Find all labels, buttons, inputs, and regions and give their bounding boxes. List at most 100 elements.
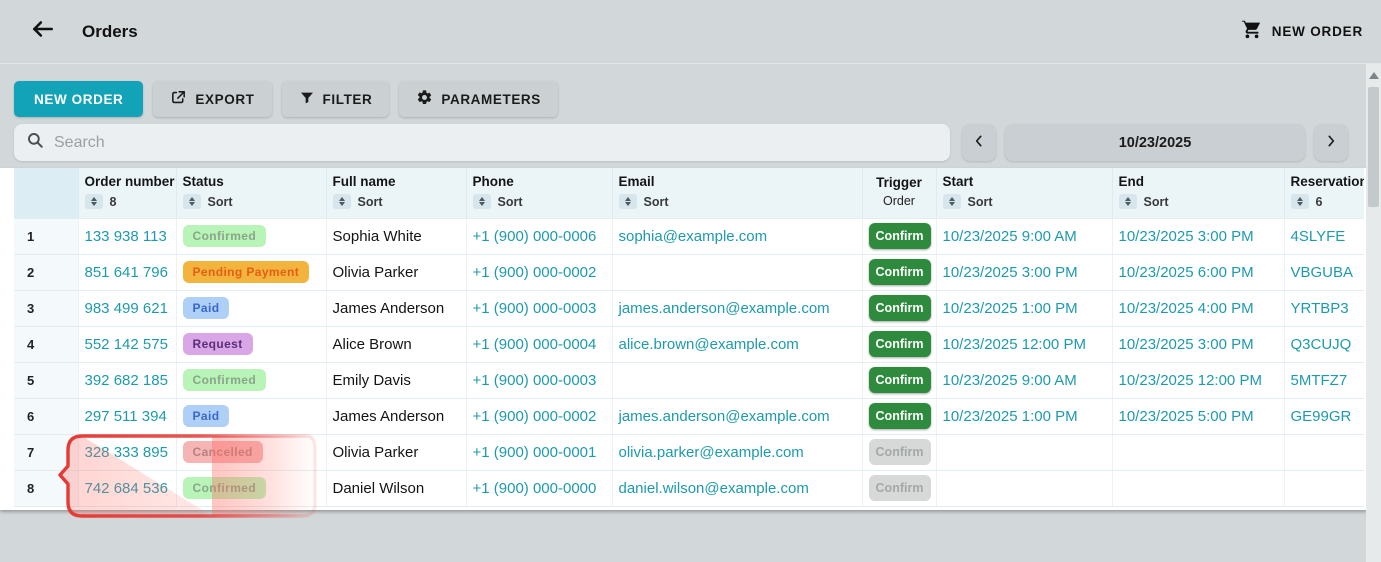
export-button[interactable]: EXPORT: [153, 81, 271, 117]
start-datetime[interactable]: 10/23/2025 1:00 PM: [943, 408, 1078, 425]
email-link[interactable]: sophia@example.com: [619, 228, 768, 245]
order-number-link[interactable]: 392 682 185: [85, 372, 168, 389]
confirm-button[interactable]: Confirm: [869, 403, 931, 429]
end-datetime[interactable]: 10/23/2025 5:00 PM: [1119, 408, 1254, 425]
filter-button[interactable]: FILTER: [282, 81, 390, 117]
start-datetime[interactable]: 10/23/2025 9:00 AM: [943, 228, 1077, 245]
phone-cell: +1 (900) 000-0003: [466, 290, 612, 326]
sort-arrows-icon: [473, 194, 491, 209]
sort-control-order[interactable]: 8: [85, 194, 170, 209]
phone-link[interactable]: +1 (900) 000-0000: [473, 480, 597, 497]
reservation-code-link[interactable]: VBGUBA: [1291, 264, 1354, 281]
phone-cell: +1 (900) 000-0003: [466, 362, 612, 398]
order-number-link[interactable]: 851 641 796: [85, 264, 168, 281]
sort-label: Sort: [1144, 195, 1169, 209]
reservation-cell: [1284, 470, 1364, 506]
phone-link[interactable]: +1 (900) 000-0003: [473, 372, 597, 389]
trigger-cell: Confirm: [862, 434, 936, 470]
scrollbar-up-arrow-icon[interactable]: [1369, 72, 1379, 79]
email-cell: daniel.wilson@example.com: [612, 470, 862, 506]
confirm-button[interactable]: Confirm: [869, 367, 931, 393]
phone-link[interactable]: +1 (900) 000-0002: [473, 264, 597, 281]
reservation-code-link[interactable]: Q3CUJQ: [1291, 336, 1352, 353]
order-number-link[interactable]: 742 684 536: [85, 480, 168, 497]
status-cell: Confirmed: [176, 470, 326, 506]
trigger-cell: Confirm: [862, 290, 936, 326]
column-header-label: Full name: [333, 174, 460, 189]
order-number-link[interactable]: 133 938 113: [85, 228, 167, 245]
email-link[interactable]: james.anderson@example.com: [619, 300, 830, 317]
next-date-button[interactable]: [1314, 124, 1348, 161]
status-cell: Request: [176, 326, 326, 362]
new-order-button[interactable]: NEW ORDER: [14, 81, 143, 117]
email-link[interactable]: daniel.wilson@example.com: [619, 480, 809, 497]
phone-link[interactable]: +1 (900) 000-0006: [473, 228, 597, 245]
status-cell: Cancelled: [176, 434, 326, 470]
row-number-cell: 7: [14, 434, 78, 470]
scrollbar-thumb[interactable]: [1368, 87, 1379, 207]
order-number-link[interactable]: 328 333 895: [85, 444, 168, 461]
sort-label: Sort: [498, 195, 523, 209]
sort-control-start[interactable]: Sort: [943, 194, 1106, 209]
reservation-code-link[interactable]: YRTBP3: [1291, 300, 1349, 317]
order-number-link[interactable]: 983 499 621: [85, 300, 168, 317]
phone-link[interactable]: +1 (900) 000-0001: [473, 444, 597, 461]
table-row: 3983 499 621PaidJames Anderson+1 (900) 0…: [14, 290, 1364, 326]
email-link[interactable]: olivia.parker@example.com: [619, 444, 804, 461]
start-cell: [936, 470, 1112, 506]
arrow-left-icon: [30, 16, 56, 47]
column-header-label: End: [1119, 174, 1278, 189]
date-display-button[interactable]: 10/23/2025: [1005, 124, 1305, 161]
sort-control-reservation[interactable]: 6: [1291, 194, 1359, 209]
start-datetime[interactable]: 10/23/2025 12:00 PM: [943, 336, 1086, 353]
sort-label: 6: [1316, 195, 1323, 209]
cart-icon: [1241, 18, 1263, 45]
end-datetime[interactable]: 10/23/2025 3:00 PM: [1119, 336, 1254, 353]
sort-control-name[interactable]: Sort: [333, 194, 460, 209]
phone-link[interactable]: +1 (900) 000-0002: [473, 408, 597, 425]
reservation-code-link[interactable]: 5MTFZ7: [1291, 372, 1348, 389]
reservation-code-link[interactable]: 4SLYFE: [1291, 228, 1346, 245]
topbar-new-order-button[interactable]: NEW ORDER: [1241, 18, 1363, 45]
end-datetime[interactable]: 10/23/2025 6:00 PM: [1119, 264, 1254, 281]
sort-control-phone[interactable]: Sort: [473, 194, 606, 209]
order-number-link[interactable]: 552 142 575: [85, 336, 168, 353]
end-datetime[interactable]: 10/23/2025 3:00 PM: [1119, 228, 1254, 245]
email-link[interactable]: james.anderson@example.com: [619, 408, 830, 425]
phone-link[interactable]: +1 (900) 000-0003: [473, 300, 597, 317]
end-cell: [1112, 470, 1284, 506]
email-link[interactable]: alice.brown@example.com: [619, 336, 799, 353]
start-datetime[interactable]: 10/23/2025 3:00 PM: [943, 264, 1078, 281]
row-number-cell: 3: [14, 290, 78, 326]
start-cell: 10/23/2025 1:00 PM: [936, 398, 1112, 434]
confirm-button[interactable]: Confirm: [869, 223, 931, 249]
end-datetime[interactable]: 10/23/2025 4:00 PM: [1119, 300, 1254, 317]
sort-label: Sort: [968, 195, 993, 209]
order-number-cell: 297 511 394: [78, 398, 176, 434]
email-cell: james.anderson@example.com: [612, 290, 862, 326]
sort-control-end[interactable]: Sort: [1119, 194, 1278, 209]
table-row: 7328 333 895CancelledOlivia Parker+1 (90…: [14, 434, 1364, 470]
confirm-button[interactable]: Confirm: [869, 331, 931, 357]
end-datetime[interactable]: 10/23/2025 12:00 PM: [1119, 372, 1262, 389]
start-datetime[interactable]: 10/23/2025 9:00 AM: [943, 372, 1077, 389]
reservation-cell: 4SLYFE: [1284, 218, 1364, 254]
reservation-code-link[interactable]: GE99GR: [1291, 408, 1352, 425]
phone-cell: +1 (900) 000-0004: [466, 326, 612, 362]
sort-control-email[interactable]: Sort: [619, 194, 856, 209]
sort-control-status[interactable]: Sort: [183, 194, 320, 209]
search-box[interactable]: [14, 124, 950, 161]
parameters-button[interactable]: PARAMETERS: [399, 81, 558, 117]
phone-link[interactable]: +1 (900) 000-0004: [473, 336, 597, 353]
confirm-button[interactable]: Confirm: [869, 295, 931, 321]
vertical-scrollbar[interactable]: [1366, 64, 1381, 562]
prev-date-button[interactable]: [962, 124, 996, 161]
search-input[interactable]: [54, 134, 938, 152]
export-icon: [170, 89, 187, 109]
start-datetime[interactable]: 10/23/2025 1:00 PM: [943, 300, 1078, 317]
back-button[interactable]: [28, 17, 58, 47]
order-number-link[interactable]: 297 511 394: [85, 408, 167, 425]
confirm-button[interactable]: Confirm: [869, 259, 931, 285]
status-badge: Cancelled: [183, 441, 263, 463]
export-button-label: EXPORT: [195, 92, 254, 107]
